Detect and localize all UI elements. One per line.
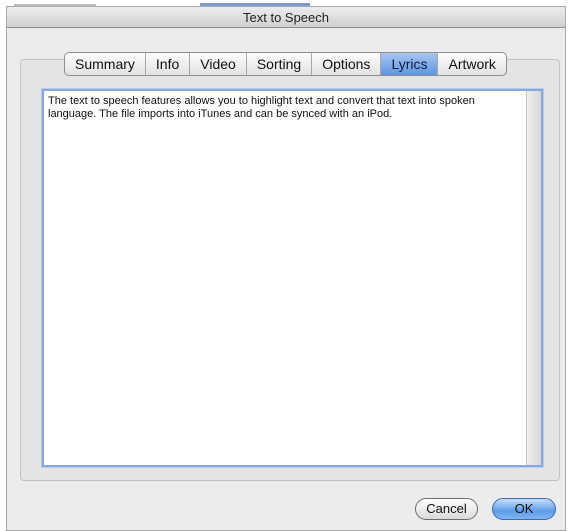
tab-lyrics[interactable]: Lyrics: [381, 53, 439, 75]
tab-video[interactable]: Video: [190, 53, 247, 75]
tab-summary[interactable]: Summary: [65, 53, 146, 75]
tab-artwork[interactable]: Artwork: [438, 53, 505, 75]
vertical-scrollbar[interactable]: [526, 91, 541, 465]
ok-button[interactable]: OK: [492, 498, 556, 520]
tab-bar: Summary Info Video Sorting Options Lyric…: [64, 52, 507, 76]
tab-info[interactable]: Info: [146, 53, 191, 75]
cancel-button[interactable]: Cancel: [415, 498, 478, 520]
tab-options[interactable]: Options: [312, 53, 382, 75]
tab-sorting[interactable]: Sorting: [247, 53, 313, 75]
lyrics-textarea[interactable]: The text to speech features allows you t…: [42, 89, 543, 467]
window-title: Text to Speech: [7, 7, 565, 28]
lyrics-text[interactable]: The text to speech features allows you t…: [48, 95, 526, 121]
